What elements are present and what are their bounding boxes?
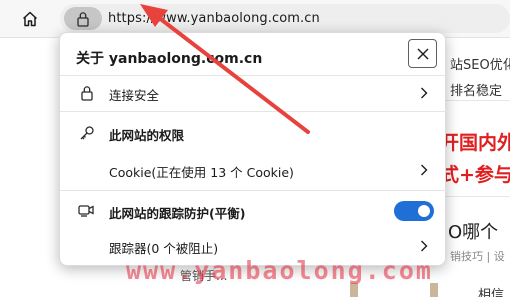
watermark: www.yanbaolong.com bbox=[126, 256, 433, 285]
tracking-prevention-toggle[interactable] bbox=[394, 201, 434, 221]
chevron-right-icon[interactable] bbox=[418, 86, 430, 100]
chevron-right-icon[interactable] bbox=[418, 163, 430, 177]
site-info-button[interactable] bbox=[64, 7, 102, 30]
divider bbox=[60, 190, 447, 191]
divider bbox=[60, 75, 447, 76]
home-icon bbox=[22, 11, 38, 27]
toggle-knob bbox=[418, 205, 430, 217]
bg-text: O哪个 bbox=[448, 222, 499, 243]
divider bbox=[60, 111, 447, 112]
lock-icon bbox=[78, 84, 96, 102]
tracking-prevention-label: 此网站的跟踪防护(平衡) bbox=[109, 206, 246, 221]
popup-title: 关于 yanbaolong.com.cn bbox=[76, 51, 263, 67]
lock-icon bbox=[77, 11, 89, 27]
close-button[interactable] bbox=[408, 39, 437, 68]
cookies-item[interactable]: Cookie(正在使用 13 个 Cookie) bbox=[109, 162, 294, 181]
bg-text: 相信 bbox=[478, 288, 505, 297]
connection-secure-item[interactable]: 连接安全 bbox=[109, 85, 159, 104]
key-icon bbox=[78, 124, 96, 142]
divider bbox=[436, 196, 510, 197]
bg-text: 站SEO优化 bbox=[450, 58, 510, 73]
image-fragment bbox=[430, 283, 438, 297]
divider bbox=[436, 100, 510, 101]
site-permissions-heading: 此网站的权限 bbox=[109, 128, 185, 143]
bg-text: 式+参与 bbox=[440, 164, 510, 186]
tracking-prevention-icon bbox=[78, 202, 96, 220]
bg-text: 销技巧 | 设 bbox=[450, 250, 505, 263]
bg-text: 排名稳定 bbox=[450, 84, 503, 99]
bg-text: 开国内外 bbox=[440, 132, 510, 154]
url-text[interactable]: https://www.yanbaolong.com.cn bbox=[108, 11, 320, 26]
trackers-item[interactable]: 跟踪器(0 个被阻止) bbox=[109, 238, 218, 257]
chevron-right-icon[interactable] bbox=[418, 239, 430, 253]
home-button[interactable] bbox=[18, 8, 42, 30]
site-info-popup: 关于 yanbaolong.com.cn 连接安全 此网站的权限 Cookie(… bbox=[59, 32, 447, 266]
close-icon bbox=[417, 48, 428, 59]
image-fragment bbox=[350, 283, 358, 297]
